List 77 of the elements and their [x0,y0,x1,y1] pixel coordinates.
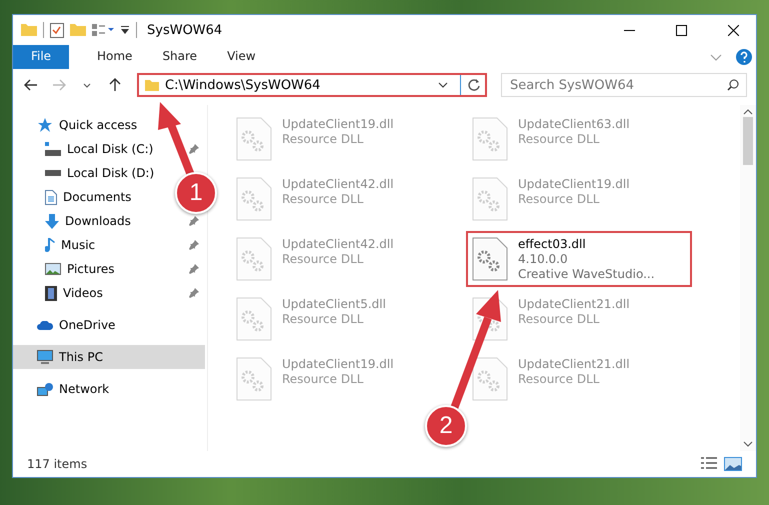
file-gear-icon [472,117,508,161]
search-icon[interactable] [727,79,739,91]
nav-item[interactable]: Network [59,382,110,396]
file-gear-icon [236,357,272,401]
pin-icon[interactable] [189,240,199,250]
view-options-icon[interactable] [92,24,114,36]
nav-item[interactable]: Videos [63,286,103,300]
file-detail: Resource DLL [518,192,600,207]
file-gear-icon [236,117,272,161]
ribbon-tab[interactable]: View [213,45,270,69]
file-detail: 4.10.0.0 [518,252,569,267]
file-detail: Resource DLL [282,252,364,267]
customize-dropdown-icon[interactable] [120,26,130,34]
file-gear-icon [472,237,508,281]
details-view-icon[interactable] [700,457,718,469]
chevron-down-icon[interactable] [438,82,448,88]
file-detail: Resource DLL [282,132,364,147]
ribbon-tab[interactable]: Share [148,45,212,69]
nav-item[interactable]: This PC [13,345,205,369]
file-gear-icon [472,357,508,401]
properties-icon[interactable] [50,22,64,38]
caret-icon [83,82,91,88]
file-name[interactable]: effect03.dll [518,237,655,252]
drive-icon [45,170,61,176]
up-arrow-icon [109,78,121,92]
nav-item[interactable]: Documents [63,190,132,204]
file-detail: Resource DLL [282,312,364,327]
picture-icon [45,263,61,275]
drive-icon [45,142,61,156]
ribbon-tab[interactable]: Home [83,45,146,69]
ribbon-tab[interactable]: File [13,45,69,69]
scroll-up-icon[interactable] [743,109,753,115]
nav-item[interactable]: OneDrive [59,318,116,332]
pin-icon[interactable] [189,216,199,226]
file-gear-icon [472,177,508,221]
file-detail: Resource DLL [518,372,600,387]
file-gear-icon [236,177,272,221]
window-title: SysWOW64 [147,22,224,38]
search-field[interactable]: Search SysWOW64 [501,73,747,97]
file-detail: Resource DLL [282,372,364,387]
nav-item[interactable]: Pictures [67,262,115,276]
scroll-thumb[interactable] [743,117,753,165]
close-icon [728,24,738,36]
file-detail: Creative WaveStudio... [518,267,655,282]
nav-item[interactable]: Music [61,238,96,252]
computer-icon [37,350,53,364]
folder-icon [145,80,159,90]
film-icon [45,286,57,300]
down-arrow-icon [45,214,59,228]
scrollbar[interactable] [740,105,756,451]
folder-icon [21,24,37,36]
file-detail: Resource DLL [518,312,600,327]
network-icon [37,382,53,396]
file-gear-icon [236,297,272,341]
file-detail: Resource DLL [518,132,600,147]
item-count: 117 items [27,457,88,471]
left-arrow-icon [24,79,38,91]
maximize-icon [676,24,686,36]
cloud-icon [37,320,53,330]
right-arrow-icon [52,79,66,91]
file-gear-icon [236,237,272,281]
address-bar[interactable]: C:\Windows\SysWOW64 [137,73,487,97]
document-icon [45,190,57,204]
nav-item[interactable]: Local Disk (D:) [67,166,154,180]
nav-item[interactable]: Local Disk (C:) [67,142,154,156]
nav-item[interactable]: Downloads [65,214,131,228]
pin-icon[interactable] [189,288,199,298]
help-icon[interactable] [736,49,752,65]
large-icons-view-icon[interactable] [724,457,742,471]
pin-icon[interactable] [189,264,199,274]
refresh-icon[interactable] [467,78,481,92]
nav-item[interactable]: Quick access [59,118,138,132]
star-icon [37,118,53,132]
pin-icon[interactable] [189,144,199,154]
music-note-icon [45,238,55,252]
scroll-down-icon[interactable] [743,441,753,447]
file-detail: Resource DLL [282,192,364,207]
